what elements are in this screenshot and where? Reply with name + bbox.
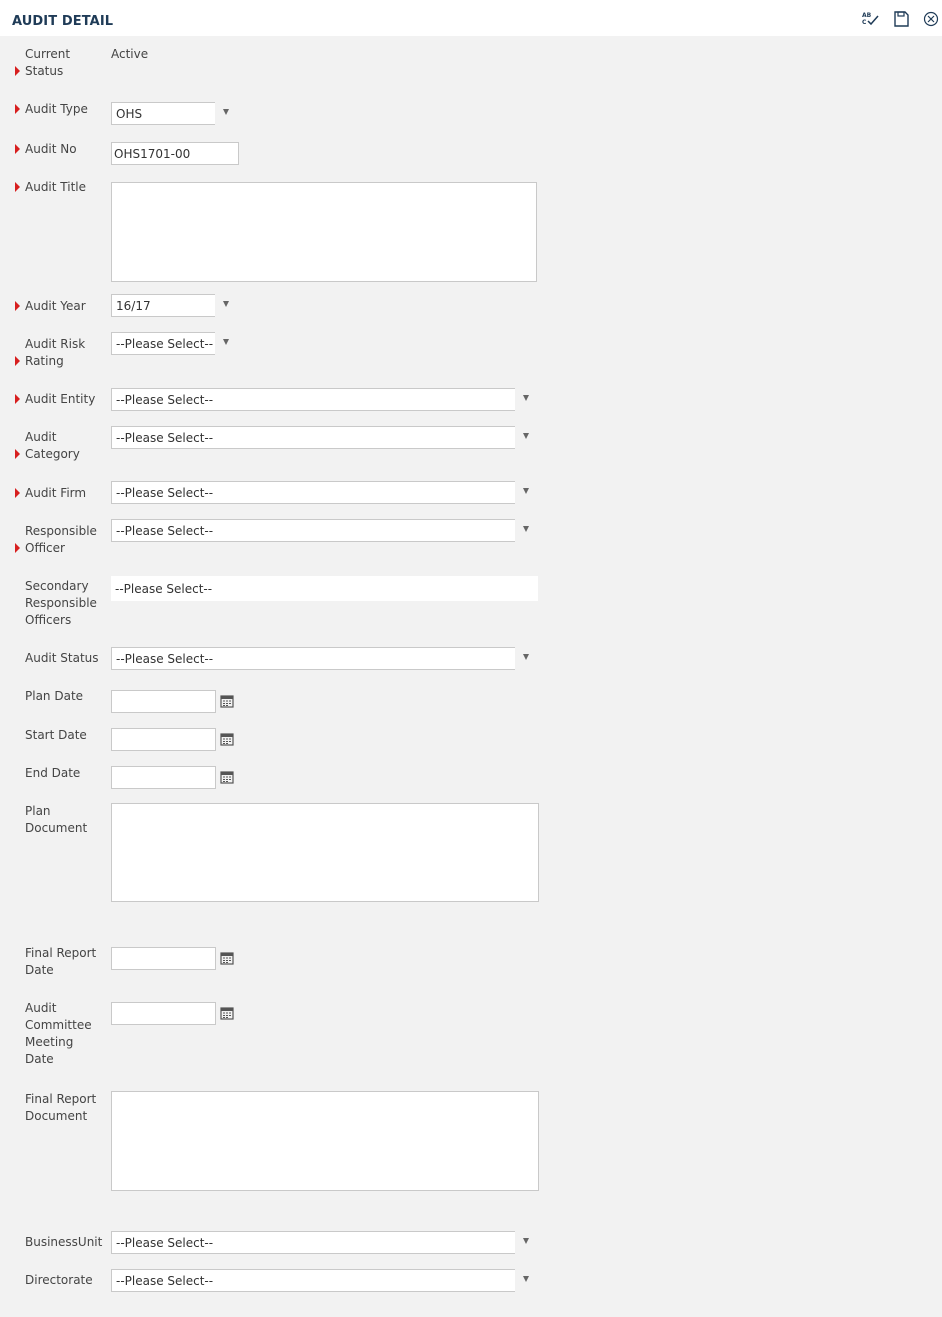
required-marker (15, 144, 20, 154)
end-date-input[interactable] (111, 766, 216, 789)
calendar-icon[interactable] (216, 728, 239, 751)
final-report-date-label: Final Report Date (25, 946, 97, 977)
chevron-down-icon[interactable] (515, 519, 538, 542)
chevron-down-icon[interactable] (515, 426, 538, 449)
plan-date-label: Plan Date (25, 689, 84, 703)
audit-firm-label: Audit Firm (25, 486, 87, 500)
audit-year-select[interactable]: 16/17 (111, 294, 238, 317)
audit-risk-rating-select[interactable]: --Please Select-- (111, 332, 238, 355)
chevron-down-icon[interactable] (515, 1231, 538, 1254)
calendar-icon[interactable] (216, 766, 239, 789)
start-date-input[interactable] (111, 728, 216, 751)
audit-entity-select[interactable]: --Please Select-- (111, 388, 538, 411)
plan-document-textarea[interactable] (111, 803, 539, 902)
final-report-document-textarea[interactable] (111, 1091, 539, 1191)
page-title: AUDIT DETAIL (12, 14, 114, 29)
audit-category-label: Audit Category (25, 430, 80, 461)
audit-status-label: Audit Status (25, 651, 99, 665)
final-report-date-input[interactable] (111, 947, 216, 970)
chevron-down-icon[interactable] (515, 647, 538, 670)
spellcheck-icon[interactable]: AB C (861, 10, 879, 28)
required-marker (15, 66, 20, 76)
chevron-down-icon[interactable] (515, 481, 538, 504)
responsible-officer-value: --Please Select-- (116, 524, 214, 538)
calendar-icon[interactable] (216, 947, 239, 970)
required-marker (15, 301, 20, 311)
audit-status-select[interactable]: --Please Select-- (111, 647, 538, 670)
final-report-document-label: Final Report Document (25, 1092, 97, 1123)
audit-title-textarea[interactable] (111, 182, 537, 282)
required-marker (15, 543, 20, 553)
audit-category-value: --Please Select-- (116, 431, 214, 445)
business-unit-label: BusinessUnit (25, 1235, 103, 1249)
current-status-value: Active (111, 47, 149, 61)
audit-risk-rating-label: Audit Risk Rating (25, 337, 86, 368)
directorate-label: Directorate (25, 1273, 93, 1287)
audit-committee-meeting-date-label: Audit Committee Meeting Date (25, 1001, 92, 1066)
chevron-down-icon[interactable] (215, 332, 238, 355)
audit-no-input[interactable]: OHS1701-00 (111, 142, 239, 165)
required-marker (15, 356, 20, 366)
chevron-down-icon[interactable] (215, 294, 238, 317)
calendar-icon[interactable] (216, 1002, 239, 1025)
required-marker (15, 104, 20, 114)
secondary-responsible-officers-multiselect[interactable]: --Please Select-- (111, 576, 538, 601)
directorate-value: --Please Select-- (116, 1274, 214, 1288)
required-marker (15, 449, 20, 459)
audit-title-label: Audit Title (25, 180, 87, 194)
responsible-officer-label: Responsible Officer (25, 524, 97, 555)
audit-risk-rating-value: --Please Select-- (116, 337, 214, 351)
business-unit-value: --Please Select-- (116, 1236, 214, 1250)
end-date-label: End Date (25, 766, 81, 780)
audit-status-value: --Please Select-- (116, 652, 214, 666)
current-status-label: Current Status (25, 47, 71, 78)
calendar-icon[interactable] (216, 690, 239, 713)
business-unit-select[interactable]: --Please Select-- (111, 1231, 538, 1254)
chevron-down-icon[interactable] (215, 102, 238, 125)
header-bar: AUDIT DETAIL AB C (0, 0, 942, 36)
start-date-label: Start Date (25, 728, 87, 742)
secondary-responsible-officers-label: Secondary Responsible Officers (25, 579, 97, 627)
audit-firm-select[interactable]: --Please Select-- (111, 481, 538, 504)
required-marker (15, 182, 20, 192)
audit-entity-label: Audit Entity (25, 392, 96, 406)
audit-no-label: Audit No (25, 142, 77, 156)
audit-year-label: Audit Year (25, 299, 86, 313)
save-icon[interactable] (892, 10, 910, 28)
svg-text:AB: AB (862, 12, 872, 19)
svg-text:C: C (862, 19, 867, 26)
plan-document-label: Plan Document (25, 804, 88, 835)
required-marker (15, 394, 20, 404)
responsible-officer-select[interactable]: --Please Select-- (111, 519, 538, 542)
chevron-down-icon[interactable] (515, 388, 538, 411)
plan-date-input[interactable] (111, 690, 216, 713)
audit-type-select[interactable]: OHS (111, 102, 238, 125)
required-marker (15, 488, 20, 498)
audit-firm-value: --Please Select-- (116, 486, 214, 500)
directorate-select[interactable]: --Please Select-- (111, 1269, 538, 1292)
audit-type-label: Audit Type (25, 102, 88, 116)
audit-committee-meeting-date-input[interactable] (111, 1002, 216, 1025)
audit-type-value: OHS (116, 107, 143, 121)
audit-entity-value: --Please Select-- (116, 393, 214, 407)
audit-category-select[interactable]: --Please Select-- (111, 426, 538, 449)
audit-year-value: 16/17 (116, 299, 151, 313)
chevron-down-icon[interactable] (515, 1269, 538, 1292)
close-icon[interactable] (922, 10, 940, 28)
